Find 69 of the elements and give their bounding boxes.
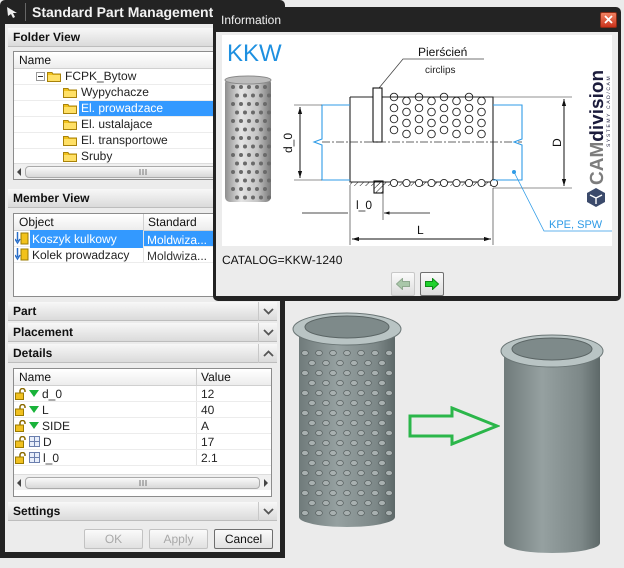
section-header[interactable]: Part xyxy=(8,302,277,321)
table-cell-text: L xyxy=(42,402,49,418)
scroll-left-icon[interactable] xyxy=(16,478,22,486)
folder-icon xyxy=(47,71,61,82)
collapse-icon[interactable] xyxy=(36,72,45,81)
window-title: Information xyxy=(221,12,282,28)
tree-item[interactable]: Wypychacze xyxy=(79,85,151,100)
table-cell: Koszyk kulkowy xyxy=(30,230,143,248)
section-title: Placement xyxy=(12,324,74,341)
dimension-label: d_0 xyxy=(281,132,295,153)
horizontal-scrollbar[interactable] xyxy=(14,474,271,490)
ring-label: Pierścień xyxy=(418,45,468,59)
folder-icon xyxy=(63,103,77,114)
dimension-label: D xyxy=(550,138,564,147)
section-header[interactable]: Settings xyxy=(8,502,277,521)
dimension-label: L xyxy=(417,223,424,237)
right-arrow-icon xyxy=(408,406,500,446)
part-icon xyxy=(15,248,29,261)
close-icon xyxy=(604,15,613,24)
padlock-icon xyxy=(15,388,26,400)
table-cell-text: Kolek prowadzacy xyxy=(31,246,130,264)
section-header[interactable]: Placement xyxy=(8,323,277,342)
logo-icon xyxy=(587,188,605,207)
table-cell-text: D xyxy=(43,434,52,450)
section-title: Settings xyxy=(12,503,62,520)
close-button[interactable] xyxy=(600,12,617,28)
table-cell-text: l_0 xyxy=(43,450,60,466)
padlock-icon xyxy=(15,436,26,448)
table-cell-text: SIDE xyxy=(42,418,70,434)
table-cell-text: 17 xyxy=(200,434,216,449)
scroll-right-icon[interactable] xyxy=(263,478,269,486)
scroll-left-icon[interactable] xyxy=(16,168,22,176)
section-header[interactable]: Details xyxy=(8,344,277,363)
grip-icon[interactable] xyxy=(138,480,146,486)
grip-icon[interactable] xyxy=(138,168,146,174)
tree-item[interactable]: El. transportowe xyxy=(79,133,170,148)
padlock-icon xyxy=(15,420,26,432)
table-icon xyxy=(29,452,40,463)
folder-icon xyxy=(63,135,77,146)
tree-item[interactable]: FCPK_Bytow xyxy=(63,69,138,84)
dialog-button[interactable]: Cancel xyxy=(214,529,273,549)
mating-parts-label: KPE, SPW xyxy=(549,219,602,231)
tree-item[interactable]: El. ustalajace xyxy=(79,117,154,132)
forward-button[interactable] xyxy=(420,272,444,296)
table-cell-text: 40 xyxy=(200,402,216,417)
pointer-icon xyxy=(5,5,19,19)
leader-dot xyxy=(512,170,516,174)
column-header[interactable]: Value xyxy=(197,369,271,385)
folder-icon xyxy=(63,151,77,162)
section-title: Details xyxy=(12,345,54,362)
table-cell-text: A xyxy=(200,418,210,433)
table-icon xyxy=(29,436,40,447)
logo-wordmark: CAMdivision xyxy=(587,70,608,185)
folder-icon xyxy=(63,87,77,98)
padlock-icon xyxy=(15,452,26,464)
table-cell-text: 2.1 xyxy=(200,450,219,465)
dimension-label: l_0 xyxy=(356,198,372,212)
right-arrow-icon xyxy=(424,278,438,290)
table-cell-text: d_0 xyxy=(42,386,62,402)
section-title: Part xyxy=(12,303,38,320)
table-cell-text: 12 xyxy=(200,386,216,401)
left-arrow-icon xyxy=(396,278,410,290)
window-title: Standard Part Management xyxy=(32,2,214,22)
folder-icon xyxy=(63,119,77,130)
padlock-icon xyxy=(15,404,26,416)
part-icon xyxy=(15,232,29,245)
tree-item[interactable]: Sruby xyxy=(79,149,114,163)
ring-sublabel: circlips xyxy=(425,65,456,76)
column-header[interactable]: Name xyxy=(14,369,197,385)
